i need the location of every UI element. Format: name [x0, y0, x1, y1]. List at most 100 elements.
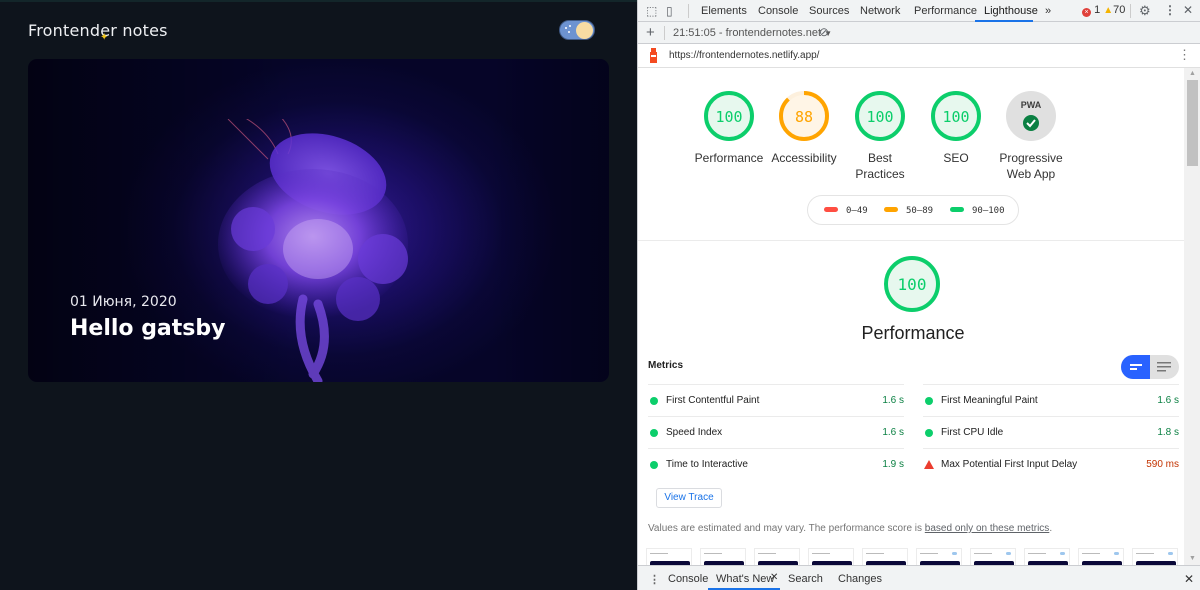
warning-icon: ▲ [1103, 5, 1114, 16]
average-swatch [884, 207, 898, 212]
pass-dot-icon [925, 397, 933, 405]
tab-elements[interactable]: Elements [701, 5, 747, 17]
compact-view-icon [1130, 364, 1142, 370]
lighthouse-report: 100 Performance 88 Accessibility 100 Best Prac… [638, 68, 1184, 565]
category-gauge-progressive-web-app[interactable]: PWA Progressive Web App [999, 90, 1063, 182]
scroll-up-icon[interactable]: ▲ [1189, 70, 1196, 77]
category-gauge-accessibility[interactable]: 88 Accessibility [769, 90, 839, 166]
post-title[interactable]: Hello gatsby [70, 316, 225, 341]
metrics-heading: Metrics [648, 360, 684, 371]
metrics-column-left: First Contentful Paint 1.6 s Speed Index 1.… [648, 384, 904, 480]
note-text: Values are estimated and may vary. The p… [648, 523, 925, 534]
legend-average: 50–89 [884, 206, 933, 216]
filmstrip-frame [862, 548, 908, 565]
filmstrip-frame [916, 548, 962, 565]
pass-swatch [950, 207, 964, 212]
metric-row: First CPU Idle 1.8 s [923, 416, 1179, 448]
category-score: 100 [866, 108, 893, 126]
fail-triangle-icon [924, 460, 934, 469]
filmstrip [646, 548, 1184, 565]
tab-performance[interactable]: Performance [914, 5, 977, 17]
post-card[interactable]: 01 Июня, 2020 Hello gatsby [28, 59, 609, 382]
clear-reports-icon[interactable]: ⊘ [819, 25, 829, 39]
error-count: 1 [1094, 4, 1101, 16]
error-icon: × [1082, 8, 1091, 17]
more-tabs-button[interactable]: » [1045, 5, 1051, 17]
tab-console[interactable]: Console [758, 5, 798, 17]
report-selector[interactable]: 21:51:05 - frontendernotes.net ▼ [673, 27, 832, 39]
post-date: 01 Июня, 2020 [70, 294, 177, 310]
divider [664, 26, 665, 40]
category-gauge-best-practices[interactable]: 100 Best Practices [848, 90, 912, 182]
filmstrip-frame [1024, 548, 1070, 565]
tab-network[interactable]: Network [860, 5, 900, 17]
metric-name: Max Potential First Input Delay [941, 459, 1078, 470]
site-title[interactable]: Frontender notes [28, 21, 168, 40]
website-viewport: Frontender notes ✦ 01 Июня, 2020 Hello g… [0, 0, 637, 590]
close-drawer-icon[interactable]: ✕ [1184, 572, 1194, 586]
category-score: 100 [715, 108, 742, 126]
metric-name: Speed Index [666, 427, 723, 438]
drawer-tab-whats-new[interactable]: What's New [716, 573, 774, 585]
more-options-icon[interactable]: ⋮ [1164, 3, 1176, 17]
tab-sources[interactable]: Sources [809, 5, 849, 17]
category-label: Performance [694, 151, 764, 165]
metric-name: First Meaningful Paint [941, 395, 1038, 406]
metric-value: 1.6 s [1157, 395, 1179, 406]
drawer-tab-changes[interactable]: Changes [838, 573, 882, 585]
metric-value: 1.6 s [882, 395, 904, 406]
close-tab-icon[interactable]: ✕ [770, 572, 778, 583]
category-gauge-performance[interactable]: 100 Performance [694, 90, 764, 166]
inspect-element-icon[interactable]: ⬚ [646, 4, 657, 18]
score-legend: 0–49 50–89 90–100 [807, 195, 1019, 225]
report-url[interactable]: https://frontendernotes.netlify.app/ [669, 50, 819, 61]
fail-swatch [824, 207, 838, 212]
metric-row: First Meaningful Paint 1.6 s [923, 384, 1179, 416]
pass-dot-icon [650, 429, 658, 437]
stars-icon [565, 25, 575, 35]
drawer-menu-icon[interactable]: ⋮ [649, 573, 660, 586]
new-report-icon[interactable]: + [646, 24, 655, 41]
theme-toggle[interactable] [559, 20, 595, 40]
category-score: 88 [795, 108, 813, 126]
performance-score-value: 100 [898, 275, 927, 294]
report-scrollbar[interactable]: ▲ ▼ [1184, 68, 1200, 565]
tab-lighthouse[interactable]: Lighthouse [984, 5, 1038, 17]
sparkle-icon: ✦ [100, 32, 109, 43]
legend-fail-label: 0–49 [846, 206, 868, 216]
lighthouse-toolbar: + 21:51:05 - frontendernotes.net ▼ ⊘ [638, 22, 1200, 44]
pass-dot-icon [650, 461, 658, 469]
moon-icon [576, 22, 593, 39]
metric-name: First CPU Idle [941, 427, 1004, 438]
drawer-tab-search[interactable]: Search [788, 573, 823, 585]
metrics-link[interactable]: based only on these metrics [925, 523, 1050, 534]
issues-counter[interactable]: × 1 ▲70 [1082, 4, 1125, 17]
compact-view-button[interactable] [1121, 355, 1150, 379]
divider [1130, 4, 1131, 18]
note-end: . [1049, 523, 1053, 534]
pass-dot-icon [925, 429, 933, 437]
devtools-drawer: ⋮ Console What's New ✕ Search Changes ✕ [638, 565, 1200, 590]
filmstrip-frame [970, 548, 1016, 565]
legend-pass: 90–100 [950, 206, 1005, 216]
metric-value: 1.8 s [1157, 427, 1179, 438]
settings-gear-icon[interactable]: ⚙ [1139, 3, 1151, 19]
device-toolbar-icon[interactable]: ▯ [666, 4, 673, 18]
category-gauge-seo[interactable]: 100 SEO [924, 90, 988, 166]
drawer-tab-console[interactable]: Console [668, 573, 708, 585]
legend-fail: 0–49 [824, 206, 868, 216]
scrollbar-thumb[interactable] [1187, 80, 1198, 166]
category-label: SEO [943, 151, 969, 165]
scroll-down-icon[interactable]: ▼ [1189, 555, 1196, 562]
filmstrip-frame [1132, 548, 1178, 565]
warning-count: 70 [1113, 4, 1126, 16]
metric-name: Time to Interactive [666, 459, 748, 470]
report-menu-icon[interactable]: ⋮ [1178, 47, 1191, 63]
view-trace-button[interactable]: View Trace [656, 488, 722, 508]
metrics-column-right: First Meaningful Paint 1.6 s First CPU Idl… [923, 384, 1179, 480]
metric-row: Max Potential First Input Delay 590 ms [923, 448, 1179, 480]
metrics-view-toggle[interactable] [1121, 355, 1179, 379]
expanded-view-icon[interactable] [1150, 355, 1179, 379]
filmstrip-frame [808, 548, 854, 565]
close-devtools-icon[interactable]: ✕ [1183, 3, 1193, 17]
